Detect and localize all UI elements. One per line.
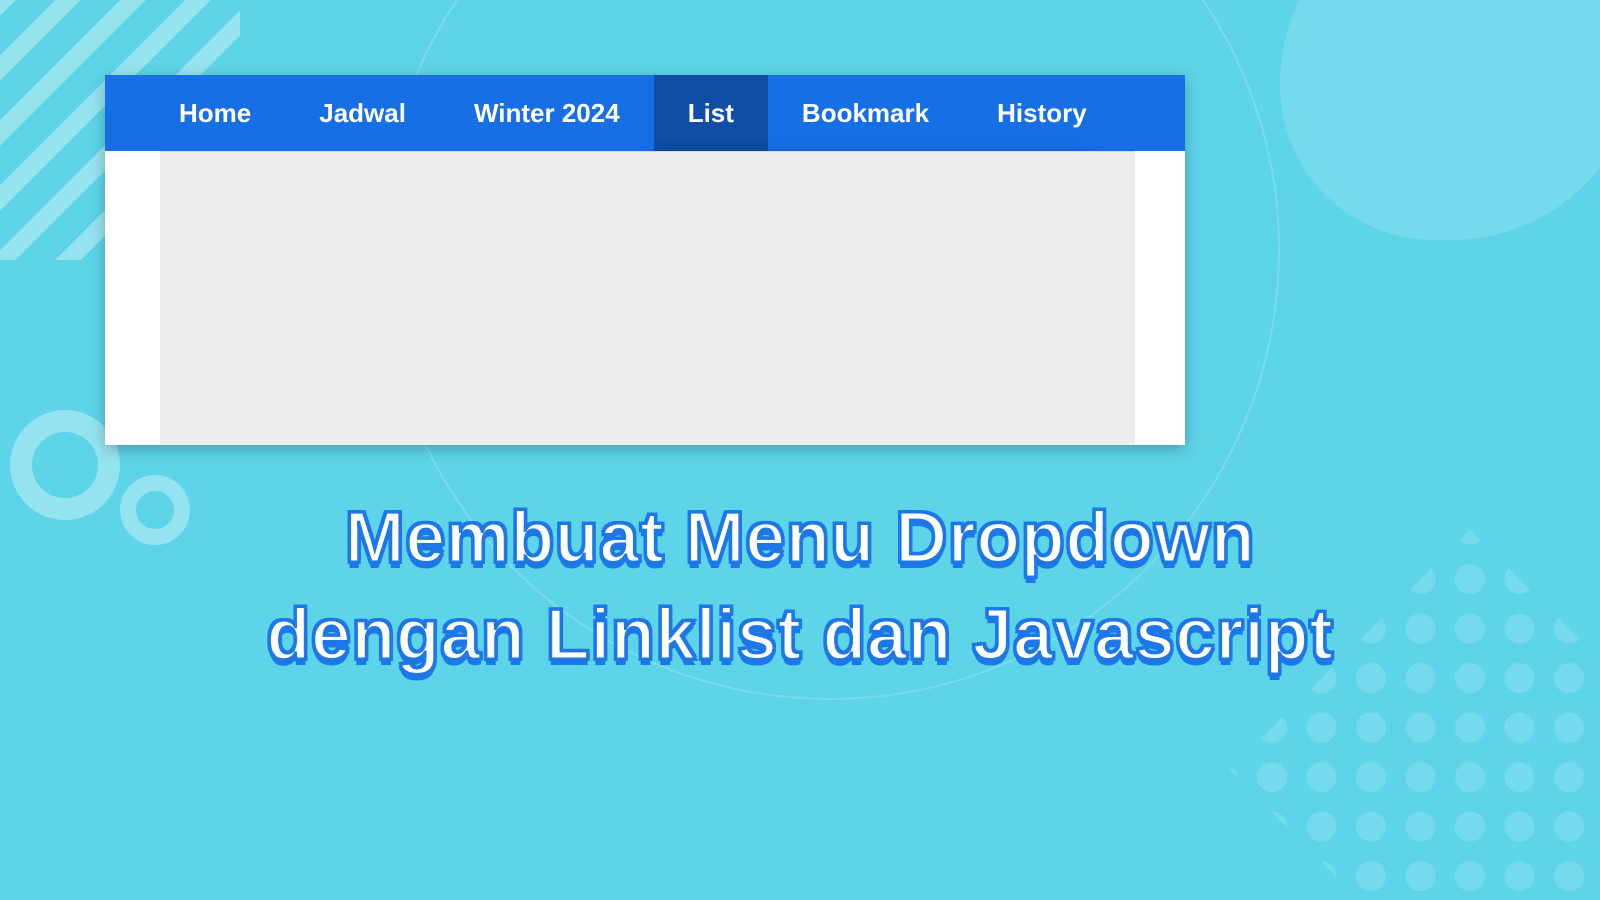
nav-winter-2024[interactable]: Winter 2024 <box>440 75 654 151</box>
content-area <box>160 151 1135 445</box>
nav-history[interactable]: History <box>963 75 1121 151</box>
hero-title: Membuat Menu Dropdown dengan Linklist da… <box>0 490 1600 684</box>
nav-bookmark[interactable]: Bookmark <box>768 75 963 151</box>
nav-home[interactable]: Home <box>145 75 285 151</box>
navbar: Home Jadwal Winter 2024 List Anime List … <box>105 75 1185 151</box>
bg-blob <box>1280 0 1600 240</box>
nav-label: Home <box>179 98 251 129</box>
nav-label: Jadwal <box>319 98 406 129</box>
hero-line-2: dengan Linklist dan Javascript <box>40 587 1560 684</box>
hero-line-1: Membuat Menu Dropdown <box>40 490 1560 587</box>
demo-panel: Home Jadwal Winter 2024 List Anime List … <box>105 75 1185 445</box>
nav-label: List <box>688 98 734 129</box>
nav-jadwal[interactable]: Jadwal <box>285 75 440 151</box>
nav-label: History <box>997 98 1087 129</box>
nav-list[interactable]: List Anime List Genre List Season List <box>654 75 768 151</box>
nav-label: Winter 2024 <box>474 98 620 129</box>
nav-label: Bookmark <box>802 98 929 129</box>
